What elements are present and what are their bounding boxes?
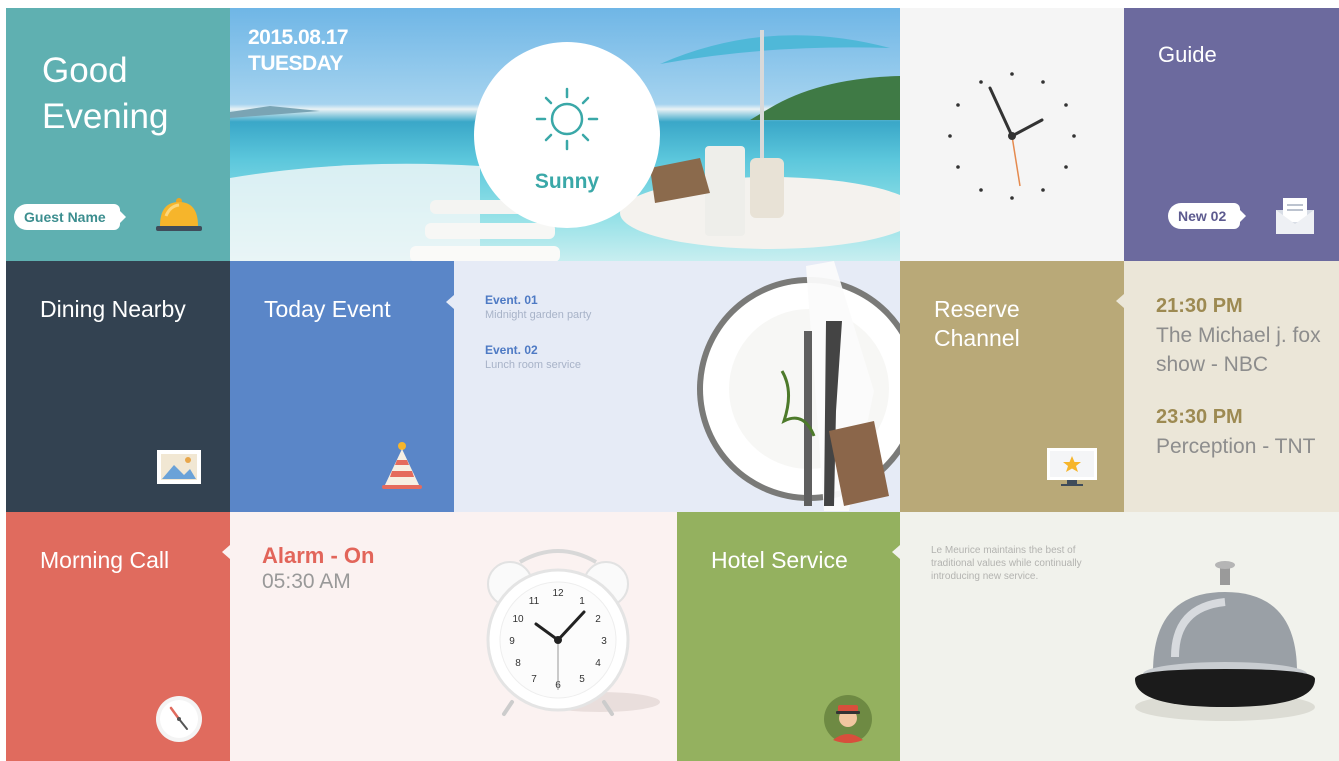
envelope-icon [1276, 198, 1314, 234]
greeting-tile[interactable]: Good Evening Guest Name [6, 8, 230, 261]
svg-text:12: 12 [552, 588, 564, 599]
morning-call-title: Morning Call [40, 547, 170, 573]
event-list-tile[interactable]: Event. 01 Midnight garden party Event. 0… [454, 261, 900, 512]
event-1-desc: Midnight garden party [485, 309, 592, 321]
dining-nearby-tile[interactable]: Dining Nearby [6, 261, 230, 512]
hotel-service-title: Hotel Service [711, 547, 848, 573]
svg-text:10: 10 [512, 614, 524, 625]
svg-text:5: 5 [579, 674, 585, 685]
program-1-show[interactable]: The Michael j. fox show - NBC [1156, 321, 1336, 379]
channel-schedule-tile[interactable]: 21:30 PM The Michael j. fox show - NBC 2… [1124, 261, 1339, 512]
hotel-service-tile[interactable]: Hotel Service [677, 512, 900, 761]
svg-text:3: 3 [601, 636, 607, 647]
program-2-time: 23:30 PM [1156, 406, 1243, 428]
program-2-show[interactable]: Perception - TNT [1156, 432, 1336, 461]
party-hat-icon [382, 442, 422, 489]
reserve-pointer [1116, 294, 1124, 308]
program-1-time: 21:30 PM [1156, 295, 1243, 317]
bell-icon [156, 198, 202, 231]
guide-tile[interactable]: Guide New 02 [1124, 8, 1339, 261]
day-text: TUESDAY [248, 52, 343, 75]
svg-text:11: 11 [529, 596, 540, 607]
new-message-badge: New 02 [1168, 203, 1247, 229]
service-bell-tile[interactable]: Le Meurice maintains the best of traditi… [900, 512, 1339, 761]
guest-name-badge: Guest Name [14, 204, 126, 230]
greeting-title: Good Evening [42, 51, 169, 136]
event-2-name[interactable]: Event. 02 [485, 343, 538, 357]
hotel-service-desc: Le Meurice maintains the best of traditi… [931, 545, 1082, 582]
svg-text:2: 2 [595, 614, 601, 625]
plate-illustration [697, 261, 900, 511]
clock-tile [900, 8, 1124, 261]
alarm-clock-illustration: 1212 345 678 91011 [486, 549, 660, 716]
svg-text:1: 1 [579, 596, 585, 607]
date-text: 2015.08.17 [248, 26, 349, 49]
service-bell-illustration [1135, 561, 1315, 721]
tv-star-icon [1047, 448, 1097, 486]
alarm-status: Alarm - On [262, 543, 375, 568]
event-pointer [446, 295, 454, 309]
clock-icon [156, 696, 202, 742]
reserve-title: Reserve Channel [934, 296, 1020, 351]
guide-title: Guide [1158, 42, 1217, 67]
svg-text:4: 4 [595, 658, 601, 669]
today-event-title: Today Event [264, 296, 391, 322]
weather-condition: Sunny [534, 170, 600, 193]
svg-text:8: 8 [515, 658, 521, 669]
picture-icon [157, 450, 201, 484]
svg-text:9: 9 [509, 636, 515, 647]
alarm-tile[interactable]: Alarm - On 05:30 AM 1212 345 678 91011 [230, 512, 677, 761]
analog-clock [948, 72, 1076, 200]
event-2-desc: Lunch room service [485, 359, 581, 371]
today-event-tile[interactable]: Today Event [230, 261, 454, 512]
dining-title: Dining Nearby [40, 296, 186, 322]
morning-call-tile[interactable]: Morning Call [6, 512, 230, 761]
alarm-time: 05:30 AM [262, 570, 351, 593]
svg-text:7: 7 [531, 674, 537, 685]
reserve-channel-tile[interactable]: Reserve Channel [900, 261, 1124, 512]
bellboy-icon [824, 695, 872, 743]
weather-badge: Sunny [474, 42, 660, 228]
event-1-name[interactable]: Event. 01 [485, 293, 538, 307]
weather-tile[interactable]: 2015.08.17 TUESDAY Sunny [230, 8, 900, 261]
sun-icon [535, 87, 599, 151]
hotel-pointer [892, 545, 900, 559]
morning-pointer [222, 545, 230, 559]
